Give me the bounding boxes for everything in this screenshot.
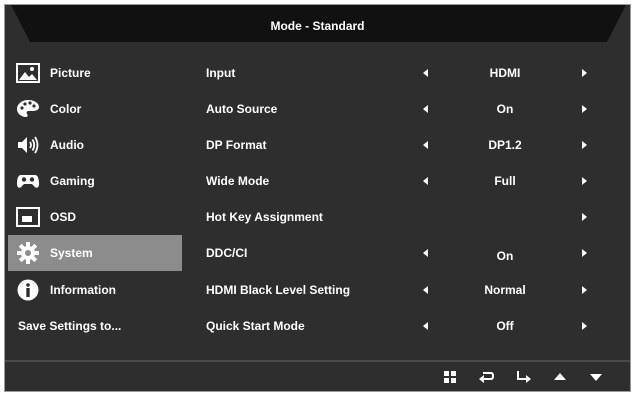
- setting-label: DP Format: [206, 138, 267, 152]
- setting-value: Full: [494, 174, 516, 188]
- arrow-left-icon[interactable]: [421, 55, 431, 91]
- arrow-left-icon[interactable]: [421, 91, 431, 127]
- setting-value: [445, 199, 565, 235]
- enter-icon[interactable]: [513, 367, 533, 387]
- arrow-right-icon[interactable]: [579, 272, 589, 308]
- setting-value: Off: [496, 319, 514, 333]
- sidebar-item-label: Gaming: [50, 174, 95, 188]
- sidebar-item-picture[interactable]: Picture: [8, 55, 182, 91]
- title-bar: Mode - Standard: [5, 5, 630, 45]
- palette-icon: [17, 100, 39, 117]
- setting-value: HDMI: [489, 66, 521, 80]
- arrow-right-icon[interactable]: [579, 199, 589, 235]
- sidebar-item-label: Information: [50, 283, 116, 297]
- up-icon[interactable]: [550, 367, 570, 387]
- sidebar-item-label: Color: [50, 102, 82, 116]
- footer-divider: [5, 360, 630, 362]
- sidebar-item-label: System: [50, 246, 93, 260]
- arrow-right-icon[interactable]: [579, 235, 589, 271]
- sidebar-item-label: Save Settings to...: [18, 319, 122, 333]
- sidebar-item-osd[interactable]: OSD: [8, 199, 182, 235]
- arrow-right-icon[interactable]: [579, 308, 589, 344]
- sidebar-item-save-settings[interactable]: Save Settings to...: [8, 308, 182, 344]
- arrow-right-icon[interactable]: [579, 55, 589, 91]
- setting-label: HDMI Black Level Setting: [206, 283, 351, 297]
- menu-grid-icon[interactable]: [440, 367, 460, 387]
- setting-value: On: [496, 102, 514, 116]
- osd-window: Mode - Standard Picture Color Audio Gami…: [4, 4, 631, 392]
- sidebar-item-color[interactable]: Color: [8, 91, 182, 127]
- gear-icon: [17, 242, 39, 264]
- setting-label: DDC/CI: [206, 246, 248, 260]
- setting-label: Auto Source: [206, 102, 278, 116]
- sidebar-item-label: Picture: [50, 66, 91, 80]
- arrow-left-icon[interactable]: [421, 308, 431, 344]
- arrow-left-icon[interactable]: [421, 127, 431, 163]
- gamepad-icon: [17, 175, 39, 188]
- sidebar-item-audio[interactable]: Audio: [8, 127, 182, 163]
- info-icon: [17, 279, 39, 301]
- down-icon[interactable]: [586, 367, 606, 387]
- picture-icon: [16, 63, 40, 83]
- setting-label: Input: [206, 66, 236, 80]
- arrow-left-icon[interactable]: [421, 272, 431, 308]
- sidebar-item-system[interactable]: System: [8, 235, 182, 271]
- sidebar-item-information[interactable]: Information: [8, 272, 182, 308]
- back-icon[interactable]: [476, 367, 496, 387]
- arrow-left-icon[interactable]: [421, 163, 431, 199]
- speaker-icon: [18, 136, 39, 154]
- setting-label: Quick Start Mode: [206, 319, 305, 333]
- setting-value: Normal: [484, 283, 526, 297]
- arrow-right-icon[interactable]: [579, 163, 589, 199]
- setting-label: Wide Mode: [206, 174, 270, 188]
- sidebar-item-label: OSD: [50, 210, 77, 224]
- setting-value: DP1.2: [488, 138, 522, 152]
- sidebar-item-gaming[interactable]: Gaming: [8, 163, 182, 199]
- arrow-right-icon[interactable]: [579, 91, 589, 127]
- sidebar-item-label: Audio: [50, 138, 84, 152]
- page-title: Mode - Standard: [270, 19, 365, 33]
- osd-icon: [16, 207, 40, 227]
- setting-label: Hot Key Assignment: [206, 210, 323, 224]
- arrow-right-icon[interactable]: [579, 127, 589, 163]
- arrow-left-icon[interactable]: [421, 235, 431, 271]
- setting-value: On: [496, 249, 514, 263]
